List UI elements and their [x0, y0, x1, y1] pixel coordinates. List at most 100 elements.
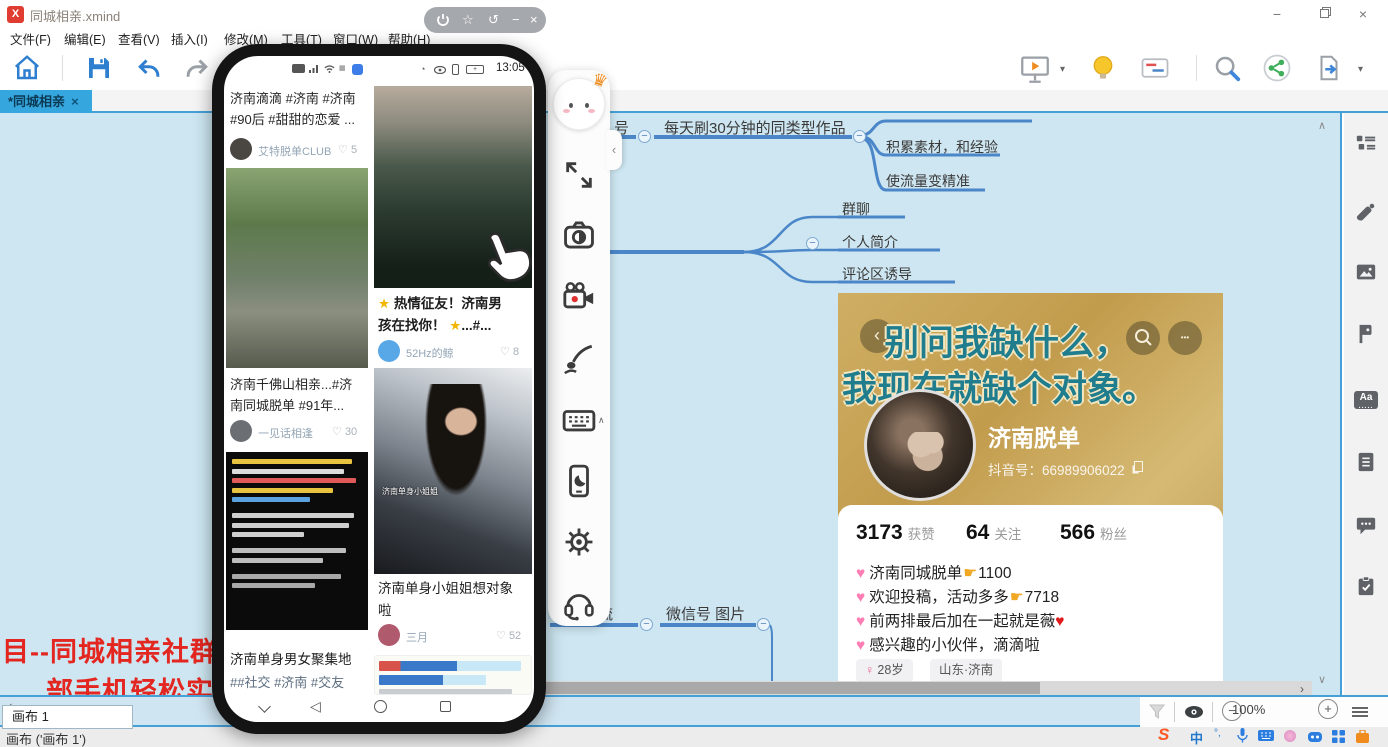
sogou-icon[interactable]: S: [1158, 725, 1169, 745]
feed-title[interactable]: 济南千佛山相亲...#济: [230, 374, 352, 393]
pill-minimize-icon[interactable]: −: [512, 11, 520, 29]
feed-video-thumb-park[interactable]: [226, 168, 368, 368]
feed-avatar[interactable]: [378, 340, 400, 362]
zoom-in-button[interactable]: +: [1318, 699, 1338, 719]
node-wechat-image[interactable]: 微信号 图片: [666, 603, 745, 624]
feed-title[interactable]: 济南滴滴 #济南 #济南: [230, 88, 356, 107]
search-icon[interactable]: [1212, 53, 1242, 83]
presentation-caret-icon[interactable]: ▾: [1060, 64, 1065, 75]
image-icon[interactable]: [1355, 261, 1377, 283]
outline-icon[interactable]: [1355, 133, 1377, 155]
ime-punct-icon[interactable]: °,: [1214, 728, 1221, 739]
emoji-icon[interactable]: [1284, 730, 1296, 742]
mindmap-canvas[interactable]: 号 每天刷30分钟的同类型作品 积累素材，和经验 使流量变精准 群聊 个人简介 …: [0, 113, 1342, 695]
hscroll-right-icon[interactable]: ›: [1300, 682, 1304, 696]
douyin-profile-image-node[interactable]: ‹ ••• 别问我缺什么， 我现在就缺个对象。 济南脱单 抖音号：6698990…: [838, 293, 1223, 695]
nav-hide-icon[interactable]: [258, 700, 271, 713]
toolbox-icon[interactable]: [1356, 730, 1369, 743]
share-icon[interactable]: [1262, 53, 1292, 83]
feed-hashtags[interactable]: ##社交 #济南 #交友: [230, 672, 344, 691]
zoom-menu-icon[interactable]: [1352, 707, 1368, 717]
keyboard-icon[interactable]: [1258, 730, 1274, 741]
robot-icon[interactable]: [1308, 730, 1322, 742]
feed-likes[interactable]: ♡ 30: [332, 425, 357, 438]
feed-caption[interactable]: 孩在找你！ ★...#...: [378, 314, 491, 334]
nav-recents-icon[interactable]: [440, 701, 451, 712]
mic-icon[interactable]: [1236, 728, 1249, 743]
vscroll-up-icon[interactable]: ∧: [1318, 119, 1326, 132]
node-group-chat[interactable]: 群聊: [842, 199, 870, 219]
vscroll-down-icon[interactable]: ∨: [1318, 673, 1326, 686]
power-icon[interactable]: [436, 13, 450, 27]
collapse-icon[interactable]: −: [640, 618, 653, 631]
feed-title[interactable]: #90后 #甜甜的恋爱 ...: [230, 109, 355, 128]
collapse-icon[interactable]: −: [806, 237, 819, 250]
tab-document[interactable]: *同城相亲×: [0, 90, 92, 113]
presentation-icon[interactable]: [1018, 52, 1052, 86]
feed-likes[interactable]: ♡ 8: [500, 345, 519, 358]
rotate-icon[interactable]: ↺: [488, 11, 499, 29]
keyboard-input-icon[interactable]: [562, 403, 596, 437]
task-icon[interactable]: [1355, 575, 1377, 597]
ime-chinese-icon[interactable]: 中: [1190, 728, 1203, 747]
node-daily-browse[interactable]: 每天刷30分钟的同类型作品: [664, 117, 846, 138]
notes-icon[interactable]: [1355, 451, 1377, 473]
mascot-avatar[interactable]: ♛: [553, 78, 605, 130]
nav-home-icon[interactable]: [374, 700, 387, 713]
feed-avatar[interactable]: [230, 138, 252, 160]
feed-avatar[interactable]: [230, 420, 252, 442]
label-sticker-icon[interactable]: Aa.....: [1354, 391, 1378, 409]
feed-likes[interactable]: ♡ 52: [496, 629, 521, 642]
feed-username[interactable]: 一见话相逢: [258, 425, 313, 441]
nav-back-icon[interactable]: ◁: [310, 698, 321, 715]
export-caret-icon[interactable]: ▾: [1358, 64, 1363, 75]
tab-close-icon[interactable]: ×: [71, 94, 79, 109]
export-icon[interactable]: [1314, 53, 1344, 83]
close-button[interactable]: ×: [1348, 4, 1378, 24]
feed-username[interactable]: 艾特脱单CLUB: [258, 143, 331, 159]
comment-icon[interactable]: [1355, 515, 1377, 537]
zen-mode-icon[interactable]: [1138, 53, 1172, 83]
redo-icon[interactable]: [182, 53, 212, 83]
screen-off-icon[interactable]: [562, 464, 596, 498]
scrollbar-thumb[interactable]: [546, 682, 1040, 694]
feed-username[interactable]: 三月: [406, 629, 428, 645]
collapse-icon[interactable]: −: [638, 130, 651, 143]
visibility-icon[interactable]: [1184, 703, 1204, 721]
settings-gear-icon[interactable]: [562, 525, 596, 559]
feed-likes[interactable]: ♡ 5: [338, 143, 357, 156]
brush-icon[interactable]: [562, 342, 596, 376]
pill-close-icon[interactable]: ×: [530, 11, 538, 29]
phone-screen[interactable]: ▦ ◔ + 13:05 济南滴滴 #济南 #济南 #90后 #甜甜的恋爱 ...…: [224, 56, 534, 722]
restore-button[interactable]: [1320, 9, 1329, 18]
minimize-button[interactable]: −: [1262, 4, 1292, 24]
screen-record-icon[interactable]: [562, 280, 596, 314]
keyboard-expand-icon[interactable]: ∧: [598, 415, 605, 426]
grid-icon[interactable]: [1332, 730, 1345, 743]
node-material[interactable]: 积累素材，和经验: [886, 137, 998, 157]
fullscreen-icon[interactable]: [562, 158, 596, 192]
feed-caption[interactable]: ★ 热情征友！济南男: [378, 292, 502, 312]
node-comment-lure[interactable]: 评论区诱导: [842, 264, 912, 284]
node-personal-intro[interactable]: 个人简介: [842, 232, 898, 252]
feed-banner-card[interactable]: [374, 655, 532, 695]
collapse-icon[interactable]: −: [853, 130, 866, 143]
screenshot-camera-icon[interactable]: [562, 218, 596, 252]
save-icon[interactable]: [84, 53, 114, 83]
sheet-tab[interactable]: 画布 1: [2, 705, 133, 729]
undo-icon[interactable]: [134, 53, 164, 83]
headset-icon[interactable]: [562, 587, 596, 621]
feed-caption[interactable]: 啦: [378, 599, 392, 619]
favorite-icon[interactable]: ☆: [462, 11, 474, 29]
feed-avatar[interactable]: [378, 624, 400, 646]
feed-caption[interactable]: 济南单身小姐姐想对象: [378, 577, 513, 597]
home-icon[interactable]: [12, 53, 42, 83]
horizontal-scrollbar[interactable]: [546, 681, 1312, 695]
node-precise-traffic[interactable]: 使流量变精准: [886, 171, 970, 191]
format-brush-icon[interactable]: [1355, 201, 1377, 223]
feed-title[interactable]: 南同城脱单 #91年...: [230, 395, 344, 414]
lightbulb-icon[interactable]: [1088, 53, 1118, 83]
panel-collapse-handle[interactable]: ‹: [606, 130, 622, 170]
filter-icon[interactable]: [1148, 703, 1166, 721]
feed-text-card[interactable]: [226, 452, 368, 630]
